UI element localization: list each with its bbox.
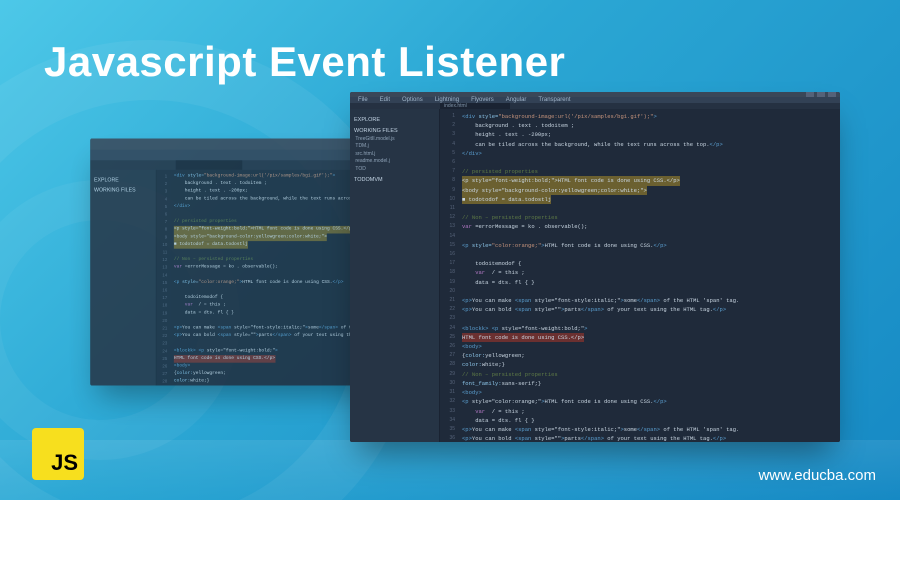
sidebar-header: EXPLORE (94, 177, 152, 185)
sidebar-file: TreeGitII.model.js (354, 136, 435, 144)
line-gutter: 1234567891011121314151617181920212223242… (440, 109, 458, 442)
sidebar-file: src.html.j (354, 151, 435, 159)
sidebar-file: TDM.j (354, 143, 435, 151)
sidebar: EXPLORE WORKING FILES TreeGitII.model.js… (350, 109, 440, 442)
sidebar-file: readme.model.j (354, 158, 435, 166)
code-area: <div style="background-image:url('/pix/s… (458, 109, 840, 442)
sidebar-working: WORKING FILES (94, 187, 152, 195)
sidebar-working-header: WORKING FILES (354, 127, 435, 135)
editor-window-front: FileEditOptionsLightningFlyoversAngularT… (350, 92, 840, 442)
page-title: Javascript Event Listener (44, 38, 565, 86)
js-logo-icon: JS (32, 428, 84, 480)
sidebar-header: EXPLORE (354, 116, 435, 124)
banner: Javascript Event Listener EXPLORE WORKIN… (0, 0, 900, 500)
sidebar: EXPLORE WORKING FILES (90, 170, 157, 386)
sidebar-file: TOD (354, 166, 435, 174)
sidebar-project: TODOMVM (354, 176, 435, 184)
site-url: www.educba.com (758, 467, 876, 484)
tab (176, 160, 243, 169)
line-gutter: 1234567891011121314151617181920212223242… (157, 170, 170, 386)
